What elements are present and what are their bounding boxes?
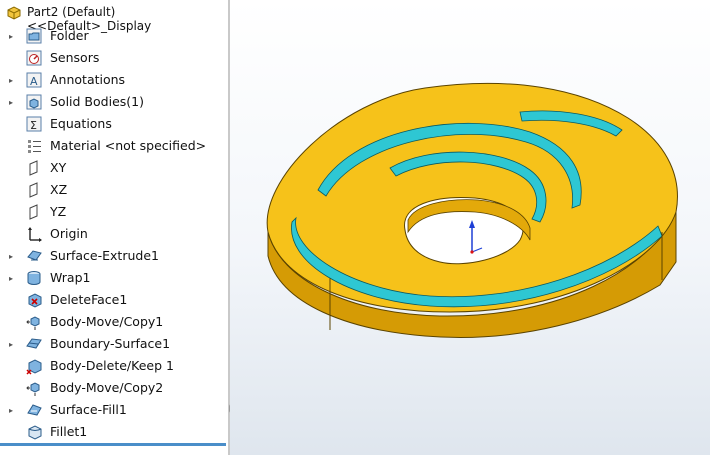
expand-arrow-icon[interactable]: ▸ <box>6 97 16 107</box>
delete-face-icon <box>25 291 43 309</box>
tree-item-xz[interactable]: XZ <box>0 179 228 201</box>
tree-item-label: Folder <box>50 28 89 43</box>
solid-bodies-icon <box>25 93 43 111</box>
expand-arrow-icon[interactable]: ▸ <box>6 273 16 283</box>
tree-item-wrap1[interactable]: ▸ Wrap1 <box>0 267 228 289</box>
plane-icon <box>25 203 43 221</box>
tree-item-boundary-surface1[interactable]: ▸ Boundary-Surface1 <box>0 333 228 355</box>
tree-item-label: XZ <box>50 182 68 197</box>
tree-item-label: Annotations <box>50 72 126 87</box>
tree-item-label: Origin <box>50 226 88 241</box>
tree-item-equations[interactable]: Σ Equations <box>0 113 228 135</box>
feature-manager-tree: Part2 (Default) <<Default>_Display ▸ Fold… <box>0 0 228 455</box>
origin-icon <box>25 225 43 243</box>
rollback-bar[interactable] <box>0 443 226 446</box>
tree-item-material-not-specified[interactable]: Material <not specified> <box>0 135 228 157</box>
tree-item-label: Surface-Fill1 <box>50 402 127 417</box>
surface-fill-icon <box>25 401 43 419</box>
tree-item-surface-extrude1[interactable]: ▸ Surface-Extrude1 <box>0 245 228 267</box>
expand-arrow-icon[interactable]: ▸ <box>6 75 16 85</box>
tree-item-xy[interactable]: XY <box>0 157 228 179</box>
svg-text:Σ: Σ <box>30 119 37 132</box>
part-title-row[interactable]: Part2 (Default) <<Default>_Display <box>0 3 228 33</box>
tree-item-label: Material <not specified> <box>50 138 207 153</box>
material-icon <box>25 137 43 155</box>
tree-item-body-move-copy1[interactable]: Body-Move/Copy1 <box>0 311 228 333</box>
tree-item-label: Body-Delete/Keep 1 <box>50 358 174 373</box>
tree-item-annotations[interactable]: ▸ A Annotations <box>0 69 228 91</box>
tree-item-deleteface1[interactable]: DeleteFace1 <box>0 289 228 311</box>
expand-arrow-icon[interactable]: ▸ <box>6 31 16 41</box>
tree-item-label: DeleteFace1 <box>50 292 128 307</box>
boundary-surface-icon <box>25 335 43 353</box>
tree-item-label: XY <box>50 160 67 175</box>
tree-item-label: Wrap1 <box>50 270 91 285</box>
tree-item-sensors[interactable]: Sensors <box>0 47 228 69</box>
tree-item-label: Fillet1 <box>50 424 88 439</box>
tree-item-label: YZ <box>50 204 67 219</box>
part-icon <box>5 4 23 22</box>
tree-item-fillet1[interactable]: Fillet1 <box>0 421 228 443</box>
svg-text:A: A <box>30 75 38 88</box>
tree-item-folder[interactable]: ▸ Folder <box>0 25 228 47</box>
tree-item-label: Solid Bodies(1) <box>50 94 144 109</box>
plane-icon <box>25 159 43 177</box>
expand-arrow-icon[interactable]: ▸ <box>6 405 16 415</box>
tree-item-label: Sensors <box>50 50 100 65</box>
annotation-icon: A <box>25 71 43 89</box>
tree-item-body-move-copy2[interactable]: Body-Move/Copy2 <box>0 377 228 399</box>
folder-icon <box>25 27 43 45</box>
tree-item-label: Body-Move/Copy2 <box>50 380 164 395</box>
body-move-icon <box>25 379 43 397</box>
expand-arrow-icon[interactable]: ▸ <box>6 339 16 349</box>
wrap-icon <box>25 269 43 287</box>
surface-extrude-icon <box>25 247 43 265</box>
body-delete-icon <box>25 357 43 375</box>
tree-item-label: Surface-Extrude1 <box>50 248 159 263</box>
tree-item-label: Body-Move/Copy1 <box>50 314 164 329</box>
body-move-icon <box>25 313 43 331</box>
expand-arrow-icon[interactable]: ▸ <box>6 251 16 261</box>
graphics-viewport[interactable] <box>230 0 710 455</box>
tree-item-surface-fill1[interactable]: ▸ Surface-Fill1 <box>0 399 228 421</box>
tree-item-origin[interactable]: Origin <box>0 223 228 245</box>
sensor-icon <box>25 49 43 67</box>
fillet-icon <box>25 423 43 441</box>
tree-item-label: Equations <box>50 116 112 131</box>
equations-icon: Σ <box>25 115 43 133</box>
tree-item-solid-bodies-1[interactable]: ▸ Solid Bodies(1) <box>0 91 228 113</box>
tree-item-body-delete-keep-1[interactable]: Body-Delete/Keep 1 <box>0 355 228 377</box>
plane-icon <box>25 181 43 199</box>
tree-item-yz[interactable]: YZ <box>0 201 228 223</box>
tree-item-label: Boundary-Surface1 <box>50 336 171 351</box>
